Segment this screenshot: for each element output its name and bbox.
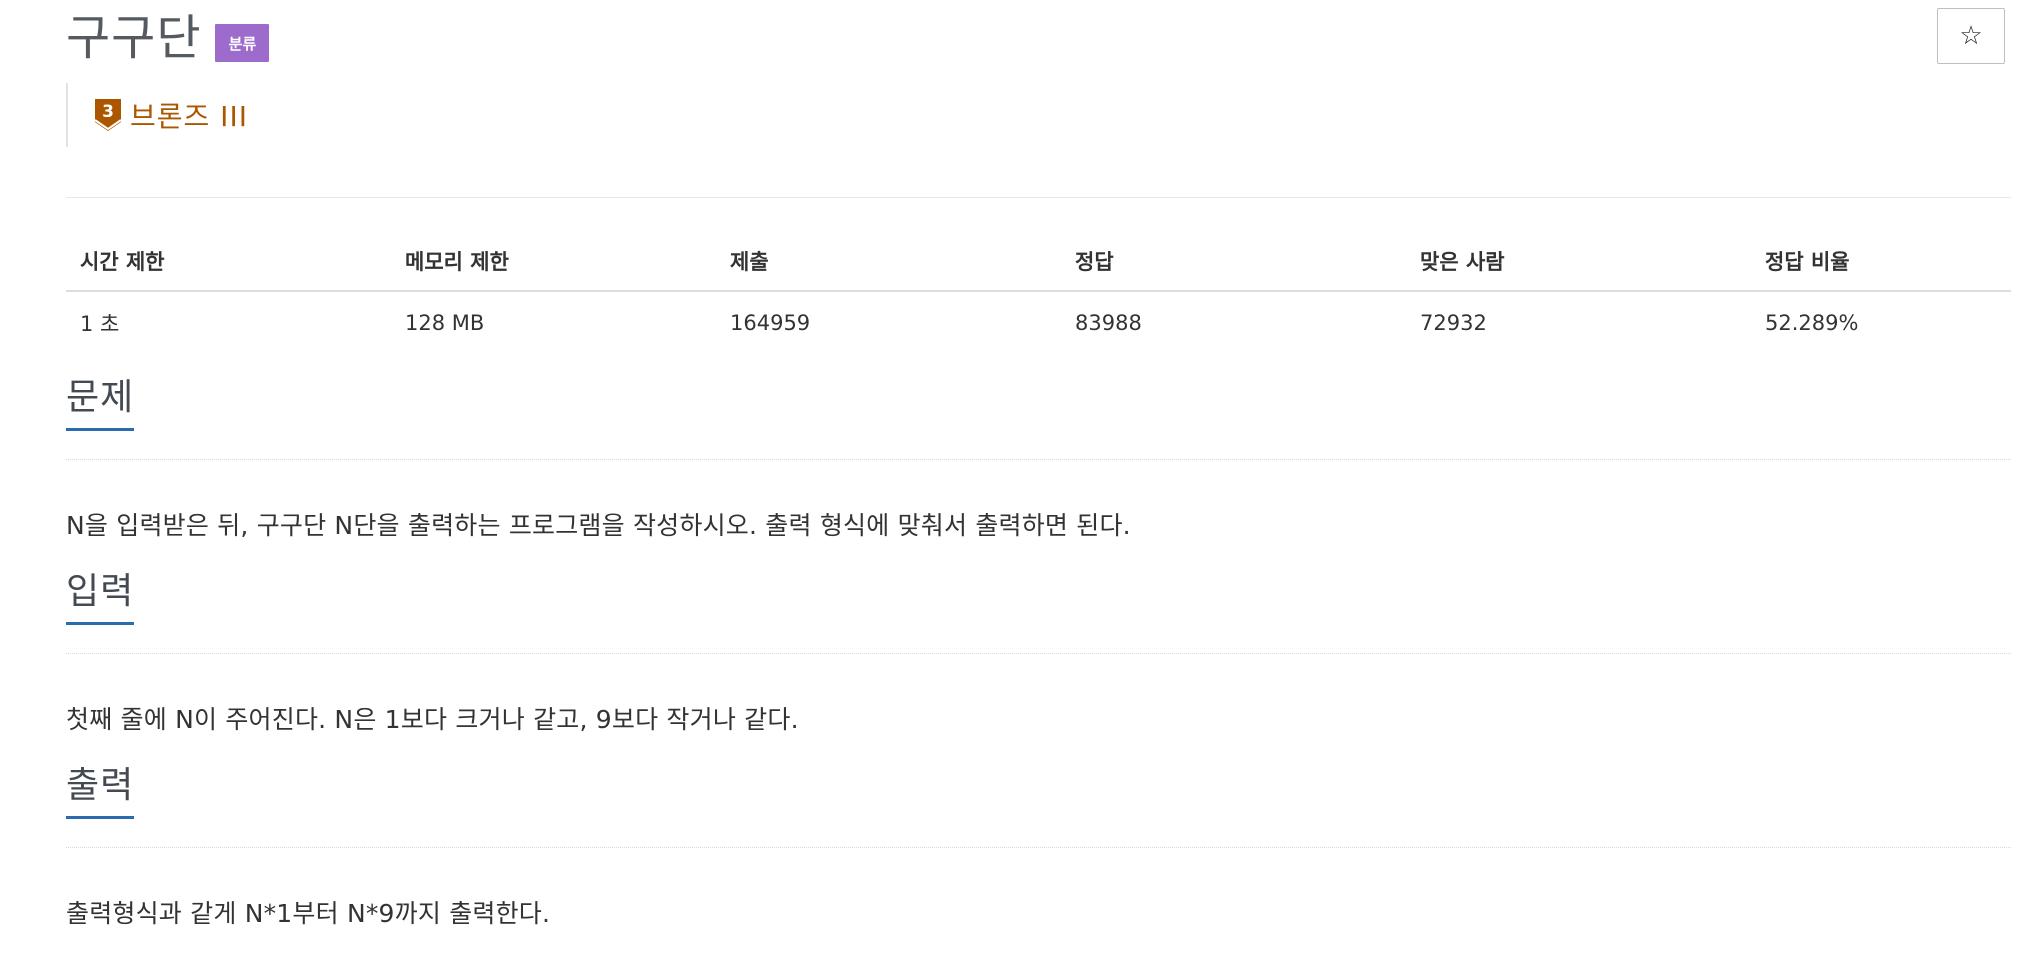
problem-title: 구구단	[66, 10, 202, 66]
stats-header-row: 시간 제한 메모리 제한 제출 정답 맞은 사람 정답 비율	[66, 232, 2011, 292]
section-input: 입력 첫째 줄에 N이 주어진다. N은 1보다 크거나 같고, 9보다 작거나…	[66, 571, 2011, 734]
problem-stats-table: 시간 제한 메모리 제한 제출 정답 맞은 사람 정답 비율 1 초 128 M…	[66, 232, 2011, 354]
title-row: 구구단 분류	[66, 8, 270, 68]
output-text: 출력형식과 같게 N*1부터 N*9까지 출력한다.	[66, 899, 551, 928]
section-headline: 입력	[66, 571, 2011, 654]
stats-value-accepted: 83988	[1075, 311, 1142, 335]
stats-header-time-limit: 시간 제한	[66, 232, 391, 292]
input-text: 첫째 줄에 N이 주어진다. N은 1보다 크거나 같고, 9보다 작거나 같다…	[66, 705, 799, 734]
category-badge[interactable]: 분류	[215, 24, 270, 62]
divider	[66, 197, 2011, 198]
tier-block: 3 브론즈 III	[66, 83, 248, 147]
bronze-tier-icon: 3	[94, 99, 122, 131]
stats-value-solvers: 72932	[1420, 311, 1487, 335]
section-title-output: 출력	[66, 764, 135, 820]
stats-value-memory-limit: 128 MB	[405, 311, 485, 335]
stats-value-submissions: 164959	[730, 311, 811, 335]
stats-header-submissions: 제출	[716, 232, 1061, 292]
star-icon: ☆	[1959, 21, 1983, 51]
stats-value-row: 1 초 128 MB 164959 83988 72932 52.289%	[66, 291, 2011, 354]
section-headline: 출력	[66, 765, 2011, 848]
description-text: N을 입력받은 뒤, 구구단 N단을 출력하는 프로그램을 작성하시오. 출력 …	[66, 511, 1131, 540]
stats-header-ratio: 정답 비율	[1751, 232, 2011, 292]
stats-header-memory-limit: 메모리 제한	[391, 232, 716, 292]
section-title-description: 문제	[66, 376, 135, 432]
star-button[interactable]: ☆	[1937, 8, 2005, 64]
section-output: 출력 출력형식과 같게 N*1부터 N*9까지 출력한다.	[66, 765, 2011, 928]
stats-header-solvers: 맞은 사람	[1406, 232, 1751, 292]
stats-header-accepted: 정답	[1061, 232, 1406, 292]
stats-value-ratio: 52.289%	[1765, 311, 1859, 335]
tier-label[interactable]: 브론즈 III	[130, 95, 248, 135]
section-title-input: 입력	[66, 570, 135, 626]
stats-value-time-limit: 1 초	[80, 312, 120, 336]
section-description: 문제 N을 입력받은 뒤, 구구단 N단을 출력하는 프로그램을 작성하시오. …	[66, 377, 2011, 540]
section-headline: 문제	[66, 377, 2011, 460]
tier-number: 3	[102, 102, 114, 122]
